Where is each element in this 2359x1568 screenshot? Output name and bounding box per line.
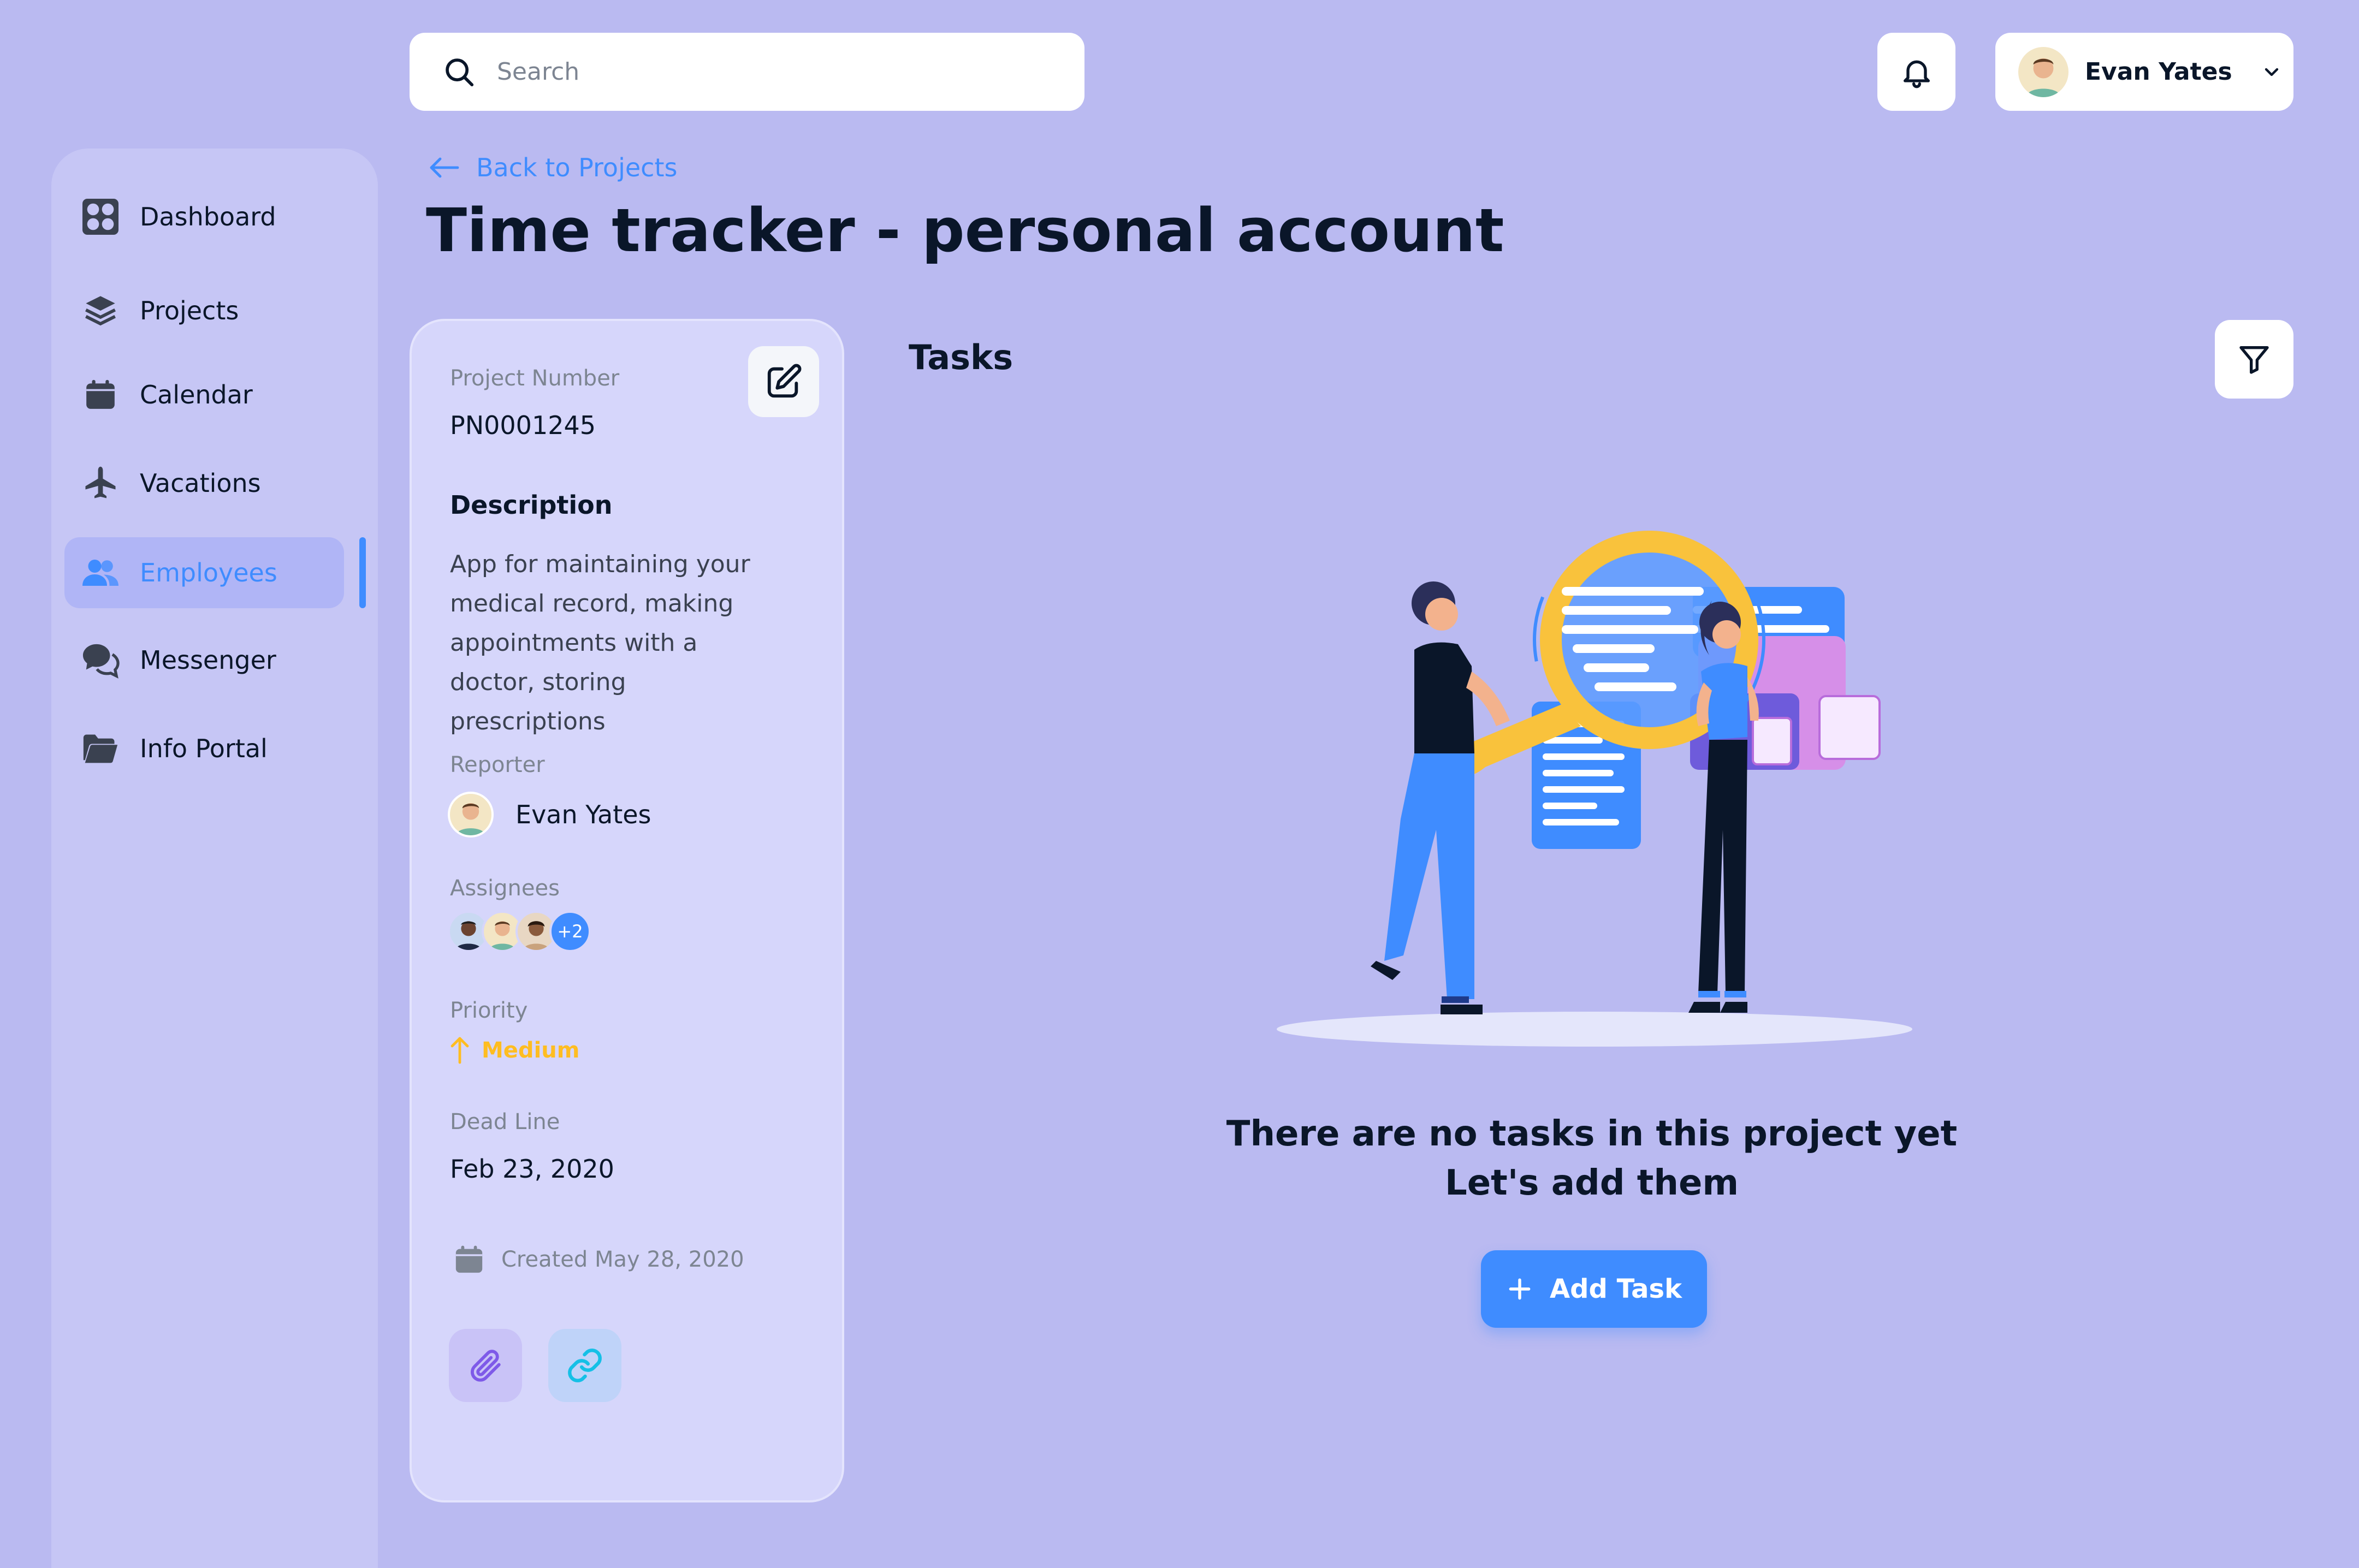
user-menu-button[interactable]: Evan Yates (1995, 33, 2293, 111)
layers-icon (80, 290, 121, 331)
attach-link-button[interactable] (548, 1329, 621, 1402)
deadline-value: Feb 23, 2020 (450, 1154, 614, 1184)
reporter: Evan Yates (448, 792, 651, 838)
search-input[interactable] (496, 57, 1044, 86)
sidebar-item-label: Projects (140, 296, 239, 325)
add-task-button[interactable]: Add Task (1481, 1250, 1707, 1328)
calendar-icon (80, 374, 121, 415)
active-indicator (359, 537, 366, 608)
sidebar-item-info-portal[interactable]: Info Portal (64, 713, 344, 784)
tasks-title: Tasks (909, 337, 1013, 377)
assignees-label: Assignees (450, 876, 560, 901)
search-bar[interactable] (410, 33, 1084, 111)
project-number-value: PN0001245 (450, 411, 596, 440)
sidebar-item-label: Employees (140, 558, 277, 587)
search-icon (442, 55, 476, 89)
reporter-label: Reporter (450, 752, 545, 777)
arrow-up-icon (449, 1036, 471, 1065)
project-details-card: Project Number PN0001245 Description App… (410, 319, 844, 1502)
paperclip-icon (466, 1346, 505, 1385)
sidebar-item-label: Info Portal (140, 734, 268, 763)
page-title: Time tracker - personal account (426, 195, 1504, 265)
folder-icon (80, 728, 121, 769)
calendar-icon (453, 1244, 485, 1275)
sidebar: Dashboard Projects Calendar Vacations Em… (51, 149, 378, 1568)
users-icon (80, 552, 121, 593)
notifications-button[interactable] (1877, 33, 1955, 111)
back-to-projects-link[interactable]: Back to Projects (429, 153, 677, 182)
priority-label: Priority (450, 998, 528, 1023)
attach-file-button[interactable] (449, 1329, 522, 1402)
assignees-list[interactable]: +2 (448, 911, 591, 952)
created-date: Created May 28, 2020 (453, 1244, 744, 1275)
sidebar-item-employees[interactable]: Employees (64, 537, 344, 608)
sidebar-item-projects[interactable]: Projects (64, 275, 344, 346)
airplane-icon (80, 462, 121, 504)
chat-icon (80, 639, 121, 681)
sidebar-item-label: Vacations (140, 468, 261, 498)
sidebar-item-label: Calendar (140, 380, 253, 409)
edit-project-button[interactable] (748, 346, 819, 417)
user-name: Evan Yates (2085, 58, 2232, 86)
project-number-label: Project Number (450, 366, 620, 391)
bell-icon (1899, 55, 1934, 90)
dashboard-icon (80, 196, 121, 237)
project-description: App for maintaining your medical record,… (450, 550, 750, 735)
arrow-left-icon (429, 157, 460, 179)
chevron-down-icon (2261, 61, 2283, 83)
filter-icon (2237, 342, 2272, 377)
sidebar-item-calendar[interactable]: Calendar (64, 359, 344, 430)
edit-icon (764, 363, 803, 401)
priority-text: Medium (482, 1038, 580, 1063)
back-link-label: Back to Projects (476, 153, 678, 182)
avatar (448, 792, 494, 838)
created-text: Created May 28, 2020 (501, 1247, 744, 1272)
link-icon (566, 1346, 604, 1385)
sidebar-item-label: Messenger (140, 645, 276, 675)
empty-state-illustration (1267, 491, 1922, 1056)
priority-value: Medium (449, 1036, 579, 1065)
empty-state-line-2: Let's add them (1444, 1163, 1739, 1203)
avatar (2018, 46, 2068, 97)
sidebar-item-vacations[interactable]: Vacations (64, 448, 344, 519)
plus-icon (1506, 1275, 1533, 1303)
sidebar-item-dashboard[interactable]: Dashboard (64, 181, 344, 252)
empty-state-line-1: There are no tasks in this project yet (1226, 1114, 1958, 1154)
reporter-name: Evan Yates (515, 800, 651, 829)
empty-state-message: There are no tasks in this project yet L… (1201, 1109, 1982, 1208)
deadline-label: Dead Line (450, 1109, 560, 1135)
assignees-more-badge: +2 (549, 911, 591, 952)
sidebar-item-messenger[interactable]: Messenger (64, 625, 344, 696)
description-heading: Description (450, 490, 613, 520)
filter-button[interactable] (2215, 320, 2293, 399)
add-task-label: Add Task (1549, 1274, 1682, 1304)
sidebar-item-label: Dashboard (140, 202, 276, 231)
